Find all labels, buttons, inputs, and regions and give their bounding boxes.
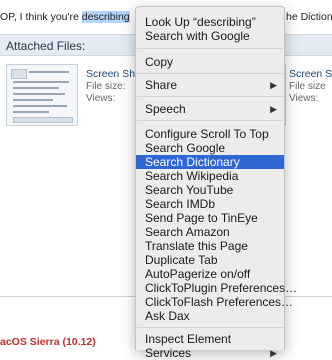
- selected-word[interactable]: describing: [81, 11, 130, 23]
- context-menu: Look Up “describing” Search with Google …: [135, 6, 297, 360]
- menu-item-label: Speech: [145, 102, 186, 116]
- menu-item-translate-this-page[interactable]: Translate this Page: [136, 239, 284, 253]
- menu-item-label: Translate this Page: [145, 239, 248, 253]
- menu-item-clicktoflash-preferences[interactable]: ClickToFlash Preferences…: [136, 295, 293, 309]
- menu-item-configure-scroll-to-top[interactable]: Configure Scroll To Top: [136, 127, 284, 141]
- menu-item-label: Search with Google: [145, 29, 250, 43]
- submenu-arrow-icon: ▶: [270, 80, 277, 90]
- menu-item-share[interactable]: Share ▶: [136, 78, 284, 92]
- menu-item-label: Ask Dax: [145, 309, 190, 323]
- menu-item-services[interactable]: Services ▶: [136, 346, 284, 360]
- attachment-name[interactable]: Screen S: [289, 68, 332, 80]
- menu-item-label: Search Wikipedia: [145, 169, 239, 183]
- menu-item-label: Configure Scroll To Top: [145, 127, 269, 141]
- menu-item-search-with-google[interactable]: Search with Google: [136, 29, 284, 43]
- menu-separator: [137, 96, 283, 97]
- attachment-thumbnail[interactable]: [6, 64, 78, 126]
- menu-item-label: ClickToPlugin Preferences…: [145, 281, 298, 295]
- menu-item-search-youtube[interactable]: Search YouTube: [136, 183, 284, 197]
- menu-item-search-imdb[interactable]: Search IMDb: [136, 197, 284, 211]
- menu-separator: [137, 327, 283, 328]
- menu-item-label: Services: [145, 346, 192, 360]
- submenu-arrow-icon: ▶: [270, 348, 277, 358]
- menu-item-inspect-element[interactable]: Inspect Element: [136, 332, 284, 346]
- menu-item-search-google[interactable]: Search Google: [136, 141, 284, 155]
- menu-item-send-page-to-tineye[interactable]: Send Page to TinEye: [136, 211, 284, 225]
- menu-item-copy[interactable]: Copy: [136, 55, 284, 69]
- menu-item-duplicate-tab[interactable]: Duplicate Tab: [136, 253, 284, 267]
- attachment-name[interactable]: Screen Sh: [86, 68, 135, 80]
- menu-item-label: Share: [145, 78, 178, 92]
- attachment-size-label: File size: [289, 81, 326, 92]
- attachment-views-label: Views:: [86, 93, 116, 104]
- attachment-size-label: File size:: [86, 81, 126, 92]
- submenu-arrow-icon: ▶: [270, 104, 277, 114]
- menu-item-label: Search YouTube: [145, 183, 234, 197]
- menu-item-clicktoplugin-preferences[interactable]: ClickToPlugin Preferences…: [136, 281, 297, 295]
- menu-item-autopagerize[interactable]: AutoPagerize on/off: [136, 267, 284, 281]
- footer-os-text: acOS Sierra (10.12): [0, 336, 96, 348]
- menu-item-label: Copy: [145, 55, 174, 69]
- menu-item-ask-dax[interactable]: Ask Dax: [136, 309, 284, 323]
- menu-separator: [137, 48, 283, 49]
- menu-item-look-up[interactable]: Look Up “describing”: [136, 15, 284, 29]
- menu-item-label: ClickToFlash Preferences…: [145, 295, 294, 309]
- menu-item-label: Inspect Element: [145, 332, 232, 346]
- post-text-after: he Dictiona: [286, 11, 332, 23]
- menu-separator: [137, 120, 283, 121]
- menu-item-search-wikipedia[interactable]: Search Wikipedia: [136, 169, 284, 183]
- menu-item-label: Search Dictionary: [145, 155, 240, 169]
- menu-separator: [137, 73, 283, 74]
- menu-item-label: Search Google: [145, 141, 226, 155]
- menu-item-search-dictionary[interactable]: Search Dictionary: [136, 155, 284, 169]
- menu-item-label: Send Page to TinEye: [145, 211, 258, 225]
- attachment-views-label: Views:: [289, 93, 319, 104]
- menu-item-search-amazon[interactable]: Search Amazon: [136, 225, 284, 239]
- menu-item-label: Duplicate Tab: [145, 253, 218, 267]
- post-text-before: OP, I think you're: [0, 11, 82, 23]
- menu-item-label: Search IMDb: [145, 197, 216, 211]
- menu-item-label: Search Amazon: [145, 225, 230, 239]
- menu-item-label: AutoPagerize on/off: [145, 267, 251, 281]
- menu-item-speech[interactable]: Speech ▶: [136, 102, 284, 116]
- menu-item-label: Look Up “describing”: [145, 15, 256, 29]
